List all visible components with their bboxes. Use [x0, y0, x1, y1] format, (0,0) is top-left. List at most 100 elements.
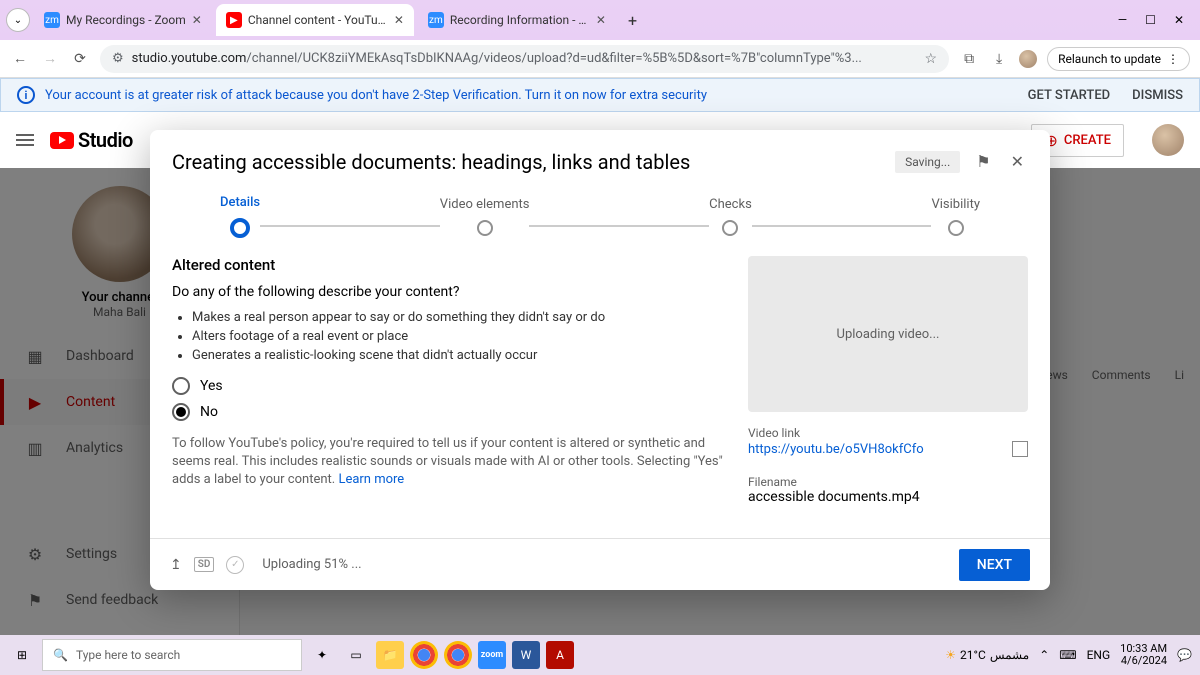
chrome-profile-icon[interactable] — [444, 641, 472, 669]
close-icon[interactable]: ✕ — [1007, 148, 1028, 175]
filename-value: accessible documents.mp4 — [748, 489, 1028, 505]
weather-widget[interactable]: ☀ 21°C مشمس — [945, 648, 1029, 662]
warning-text: Your account is at greater risk of attac… — [45, 88, 707, 103]
back-icon[interactable]: ← — [10, 50, 30, 67]
menu-icon[interactable] — [16, 134, 34, 146]
policy-text: To follow YouTube's policy, you're requi… — [172, 435, 724, 490]
step-label: Visibility — [931, 197, 980, 212]
filename-label: Filename — [748, 475, 1028, 489]
upload-icon: ↥ — [170, 557, 182, 573]
dialog-header: Creating accessible documents: headings,… — [150, 130, 1050, 185]
taskbar-search[interactable]: 🔍 Type here to search — [42, 639, 302, 671]
list-item: Generates a realistic-looking scene that… — [192, 348, 724, 363]
copy-icon[interactable] — [1012, 441, 1028, 457]
tab-zoom-recording-info[interactable]: zm Recording Information - Zoom ✕ — [418, 4, 616, 36]
radio-icon — [172, 377, 190, 395]
close-icon[interactable]: ✕ — [596, 13, 606, 27]
site-settings-icon[interactable]: ⚙ — [112, 51, 124, 66]
zoom-icon[interactable]: zoom — [478, 641, 506, 669]
thumb-statusount-status: Uploading video... — [837, 327, 940, 342]
tab-youtube-studio[interactable]: ▶ Channel content - YouTube Stu ✕ — [216, 4, 414, 36]
tab-search-dropdown[interactable]: ⌄ — [6, 8, 30, 32]
browser-tab-strip: ⌄ zm My Recordings - Zoom ✕ ▶ Channel co… — [0, 0, 1200, 40]
list-item: Alters footage of a real event or place — [192, 329, 724, 344]
saving-indicator: Saving... — [895, 151, 960, 173]
reload-icon[interactable]: ⟳ — [70, 51, 90, 67]
forward-icon[interactable]: → — [40, 50, 60, 67]
copilot-icon[interactable]: ✦ — [308, 641, 336, 669]
file-explorer-icon[interactable]: 📁 — [376, 641, 404, 669]
question-text: Do any of the following describe your co… — [172, 284, 724, 300]
step-label: Video elements — [440, 197, 530, 212]
dialog-footer: ↥ SD ✓ Uploading 51% ... NEXT — [150, 538, 1050, 590]
next-button[interactable]: NEXT — [959, 549, 1030, 581]
chevron-up-icon[interactable]: ⌃ — [1039, 648, 1049, 662]
input-method-icon[interactable]: ⌨ — [1059, 648, 1076, 662]
windows-taskbar: ⊞ 🔍 Type here to search ✦ ▭ 📁 zoom W A ☀… — [0, 635, 1200, 675]
youtube-icon: ▶ — [226, 12, 242, 28]
learn-more-link[interactable]: Learn more — [338, 472, 404, 487]
step-label: Checks — [709, 197, 752, 212]
relaunch-label: Relaunch to update — [1058, 52, 1161, 66]
close-window-icon[interactable]: ✕ — [1174, 13, 1184, 27]
step-checks[interactable]: Checks — [709, 197, 752, 236]
tab-title: My Recordings - Zoom — [66, 13, 186, 27]
search-icon: 🔍 — [53, 648, 68, 662]
downloads-icon[interactable]: ⤓ — [989, 51, 1009, 67]
list-item: Makes a real person appear to say or do … — [192, 310, 724, 325]
get-started-button[interactable]: GET STARTED — [1028, 88, 1111, 103]
profile-avatar[interactable] — [1019, 50, 1037, 68]
system-tray: ☀ 21°C مشمس ⌃ ⌨ ENG 10:33 AM 4/6/2024 💬 — [945, 643, 1192, 667]
step-visibility[interactable]: Visibility — [931, 197, 980, 236]
window-controls: — ☐ ✕ — [1118, 13, 1194, 27]
new-tab-button[interactable]: + — [620, 11, 645, 30]
radio-no[interactable]: No — [172, 403, 724, 421]
start-button[interactable]: ⊞ — [8, 641, 36, 669]
step-video-elements[interactable]: Video elements — [440, 197, 530, 236]
video-thumbnail-placeholder: Uploading video... — [748, 256, 1028, 412]
checks-status-icon: ✓ — [226, 556, 244, 574]
account-avatar[interactable] — [1152, 124, 1184, 156]
section-heading: Altered content — [172, 256, 724, 274]
task-view-icon[interactable]: ▭ — [342, 641, 370, 669]
step-label: Details — [220, 195, 260, 210]
clock[interactable]: 10:33 AM 4/6/2024 — [1120, 643, 1167, 667]
acrobat-icon[interactable]: A — [546, 641, 574, 669]
radio-label: No — [200, 404, 218, 420]
studio-logo[interactable]: Studio — [50, 128, 133, 152]
relaunch-chip[interactable]: Relaunch to update ⋮ — [1047, 47, 1190, 71]
word-icon[interactable]: W — [512, 641, 540, 669]
browser-toolbar: ← → ⟳ ⚙ studio.youtube.com/channel/UCK8z… — [0, 40, 1200, 78]
bullet-list: Makes a real person appear to say or do … — [192, 310, 724, 363]
upload-dialog: Creating accessible documents: headings,… — [150, 130, 1050, 590]
chrome-icon[interactable] — [410, 641, 438, 669]
youtube-icon — [50, 132, 74, 149]
close-icon[interactable]: ✕ — [192, 13, 202, 27]
sd-badge: SD — [194, 557, 215, 572]
step-details[interactable]: Details — [220, 195, 260, 238]
security-warning-bar: i Your account is at greater risk of att… — [0, 78, 1200, 112]
kebab-icon: ⋮ — [1167, 52, 1179, 66]
language-indicator[interactable]: ENG — [1087, 648, 1111, 662]
video-link-label: Video link — [748, 426, 1028, 440]
video-link[interactable]: https://youtu.be/o5VH8okfCfo — [748, 442, 1028, 457]
radio-label: Yes — [200, 378, 223, 394]
radio-yes[interactable]: Yes — [172, 377, 724, 395]
close-icon[interactable]: ✕ — [394, 13, 404, 27]
maximize-icon[interactable]: ☐ — [1145, 13, 1156, 27]
feedback-icon[interactable]: ⚑ — [972, 148, 994, 175]
dialog-title: Creating accessible documents: headings,… — [172, 150, 883, 174]
preview-panel: Uploading video... Video link https://yo… — [748, 256, 1028, 538]
dismiss-button[interactable]: DISMISS — [1132, 88, 1183, 103]
stepper: Details Video elements Checks Visibility — [150, 185, 1050, 238]
tab-zoom-recordings[interactable]: zm My Recordings - Zoom ✕ — [34, 4, 212, 36]
extensions-icon[interactable]: ⧉ — [959, 51, 979, 67]
zoom-icon: zm — [44, 12, 60, 28]
bookmark-star-icon[interactable]: ☆ — [925, 51, 938, 67]
info-icon: i — [17, 86, 35, 104]
notifications-icon[interactable]: 💬 — [1177, 648, 1192, 662]
url-host: studio.youtube.com — [132, 51, 247, 66]
studio-logo-text: Studio — [78, 128, 133, 152]
minimize-icon[interactable]: — — [1118, 13, 1127, 27]
address-bar[interactable]: ⚙ studio.youtube.com/channel/UCK8ziiYMEk… — [100, 45, 949, 73]
